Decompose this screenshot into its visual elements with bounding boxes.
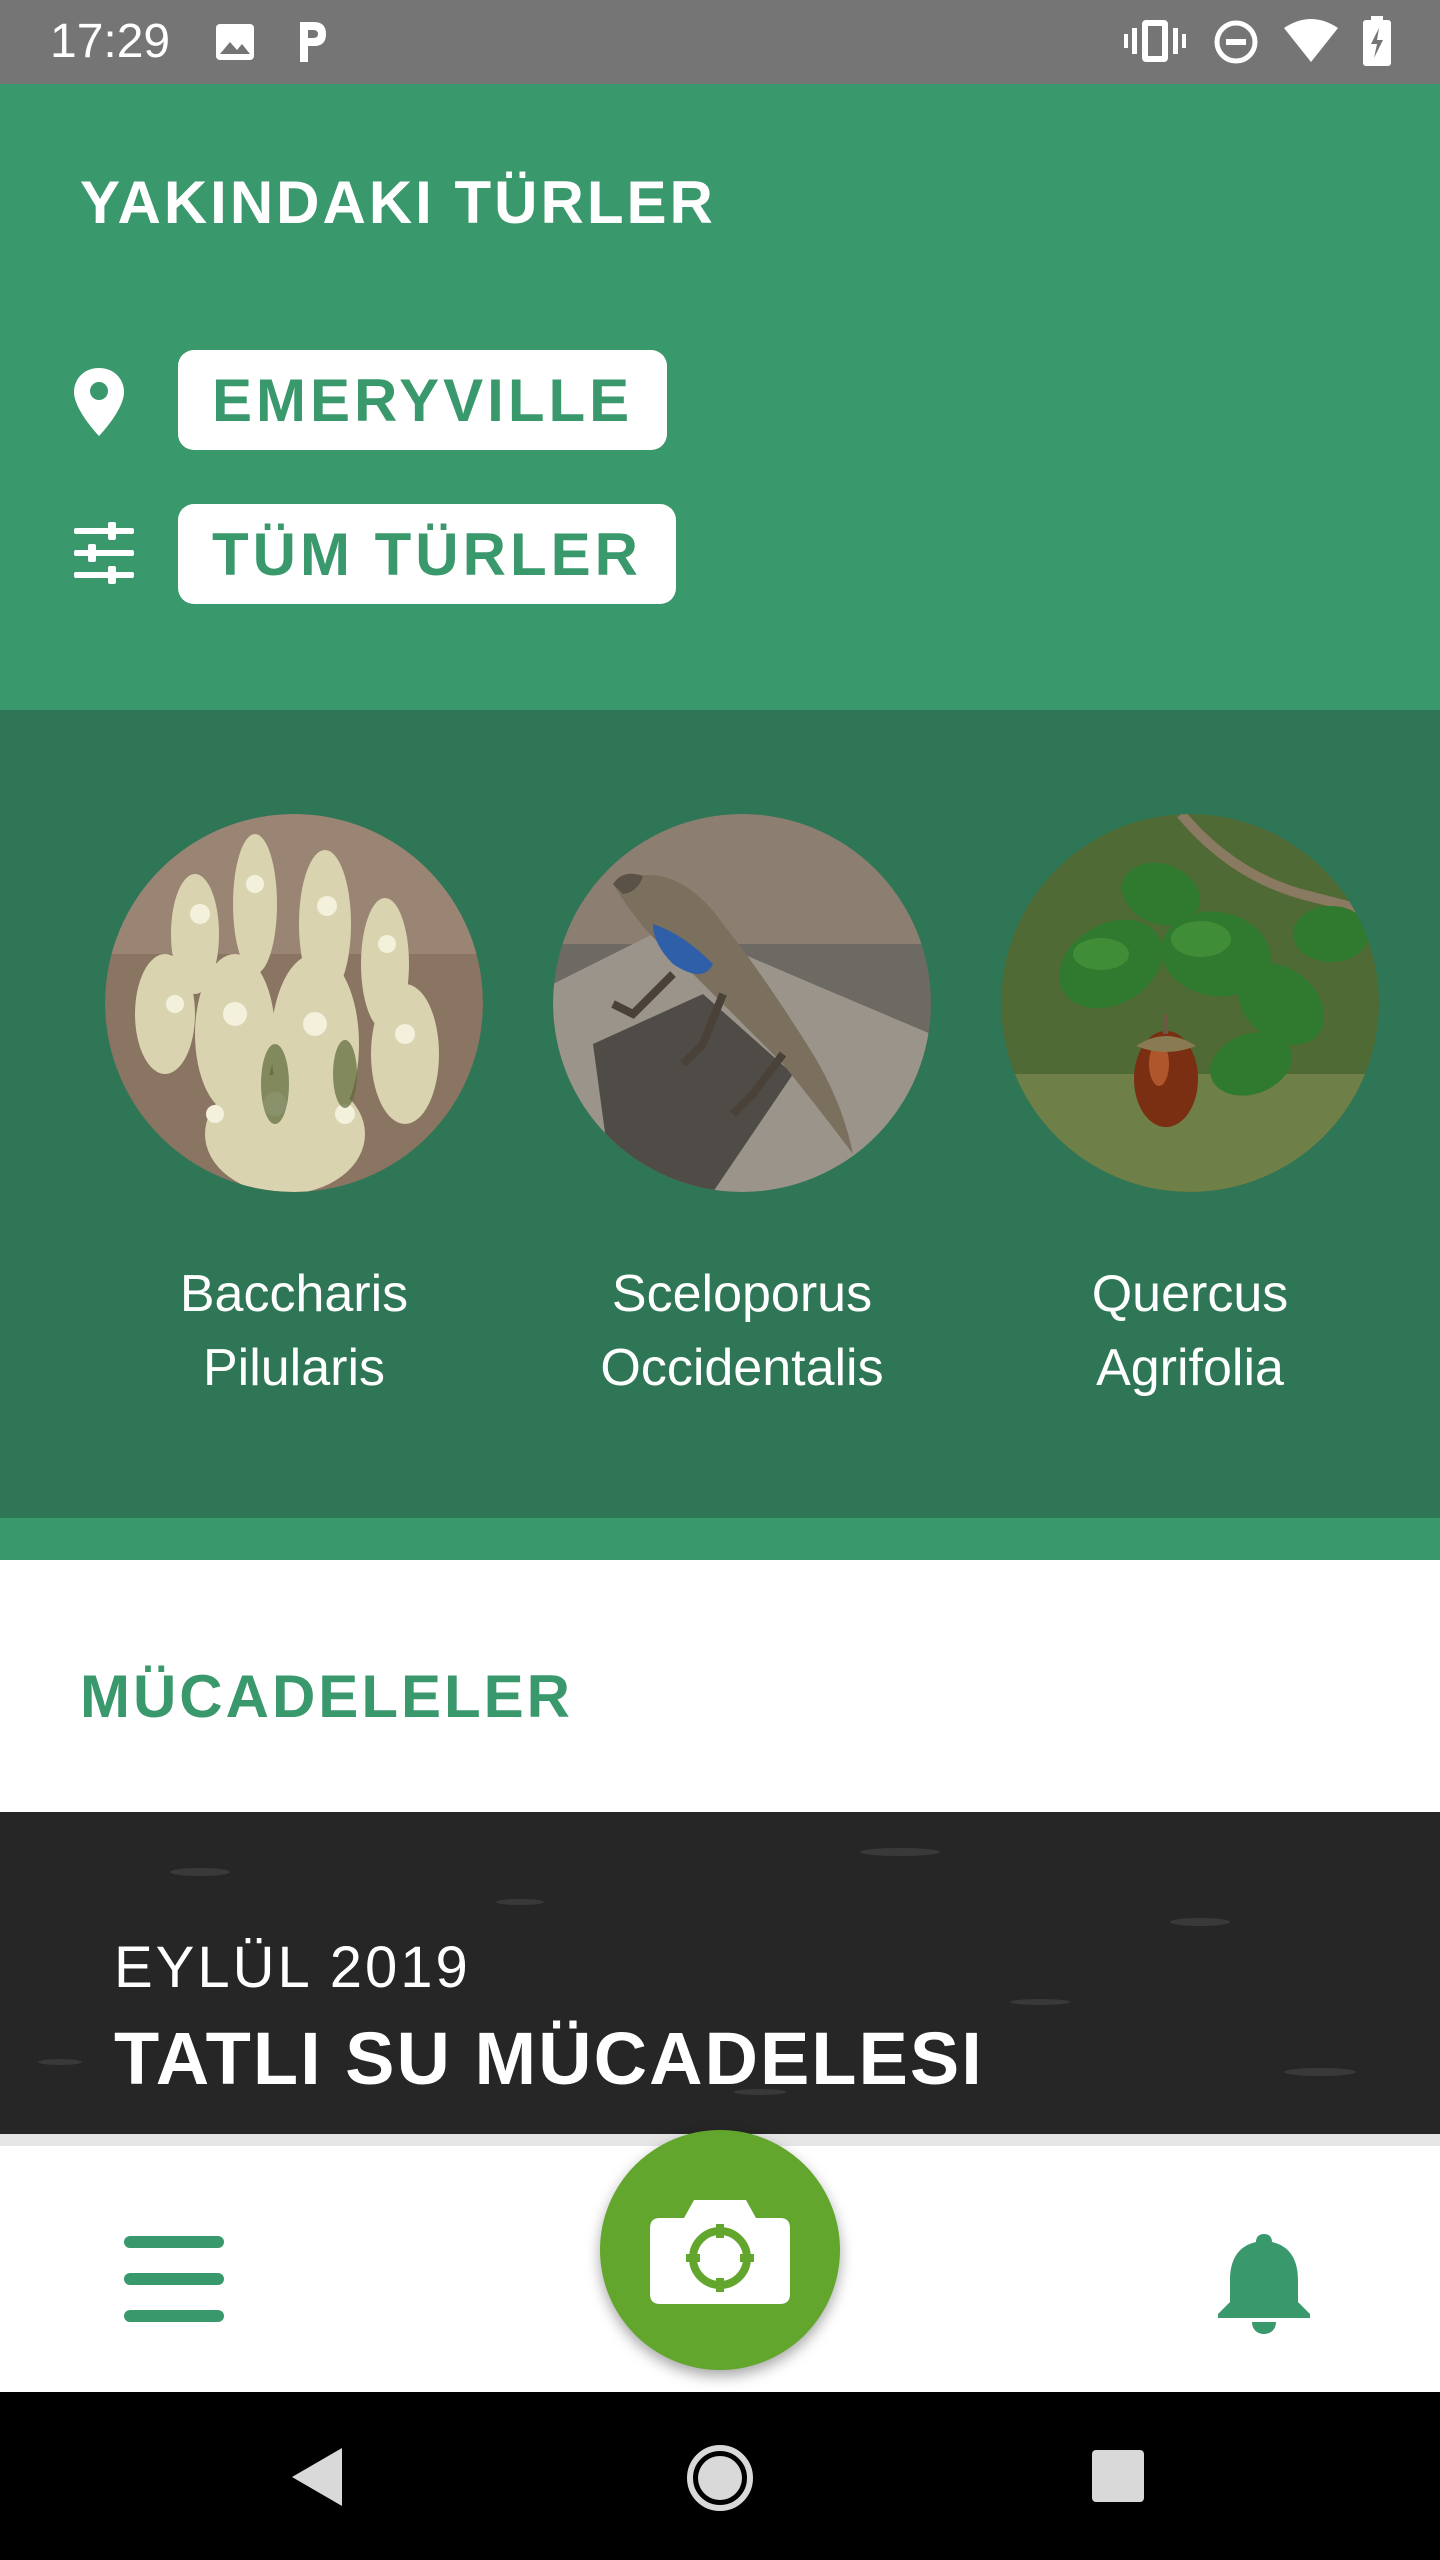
challenge-title: TATLI SU MÜCADELESI (114, 2017, 984, 2100)
species-card[interactable]: Baccharis Pilularis (104, 814, 484, 1405)
menu-icon[interactable] (124, 2236, 224, 2322)
species-card[interactable]: Sceloporus Occidentalis (552, 814, 932, 1405)
camera-icon (650, 2200, 790, 2304)
challenges-title: MÜCADELELER (80, 1663, 573, 1730)
location-pin-icon[interactable] (72, 366, 126, 438)
plant-photo (105, 814, 483, 1192)
challenges-section: MÜCADELELER (0, 1560, 1440, 1812)
bell-icon[interactable] (1212, 2230, 1316, 2334)
nearby-species-header: YAKINDAKI TÜRLER EMERYVILLE TÜM TÜRLER (0, 84, 1440, 710)
wifi-icon (1284, 19, 1338, 62)
species-card[interactable]: Quercus Agrifolia (1000, 814, 1380, 1405)
species-epithet: Occidentalis (600, 1339, 884, 1397)
lizard-photo (553, 814, 931, 1192)
back-icon[interactable] (290, 2446, 344, 2508)
location-button[interactable]: EMERYVILLE (178, 350, 668, 450)
battery-charging-icon (1363, 16, 1391, 66)
parking-icon (300, 22, 326, 62)
do-not-disturb-icon (1214, 20, 1258, 64)
image-icon (216, 24, 254, 60)
species-name: Baccharis Pilularis (104, 1257, 484, 1405)
species-genus: Baccharis (179, 1265, 409, 1323)
home-icon[interactable] (686, 2444, 754, 2512)
species-genus: Quercus (1091, 1265, 1289, 1323)
species-epithet: Pilularis (202, 1339, 386, 1397)
species-epithet: Agrifolia (1096, 1339, 1284, 1397)
species-genus: Sceloporus (611, 1265, 873, 1323)
status-time: 17:29 (50, 15, 171, 68)
recents-icon[interactable] (1090, 2448, 1146, 2504)
section-divider (0, 1518, 1440, 1560)
species-name: Sceloporus Occidentalis (552, 1257, 932, 1405)
challenge-date: EYLÜL 2019 (114, 1935, 471, 2000)
vibrate-icon (1124, 20, 1186, 62)
species-carousel: Baccharis Pilularis Sceloporus Occidenta… (0, 710, 1440, 1518)
species-filter-button[interactable]: TÜM TÜRLER (178, 504, 676, 604)
oak-photo (1001, 814, 1379, 1192)
system-navigation-bar (0, 2392, 1440, 2560)
challenge-banner[interactable]: EYLÜL 2019 TATLI SU MÜCADELESI (0, 1812, 1440, 2134)
filter-sliders-icon[interactable] (74, 522, 134, 584)
species-name: Quercus Agrifolia (1000, 1257, 1380, 1405)
nearby-species-title: YAKINDAKI TÜRLER (80, 169, 716, 236)
camera-button[interactable] (600, 2130, 840, 2370)
status-bar: 17:29 (0, 0, 1440, 84)
